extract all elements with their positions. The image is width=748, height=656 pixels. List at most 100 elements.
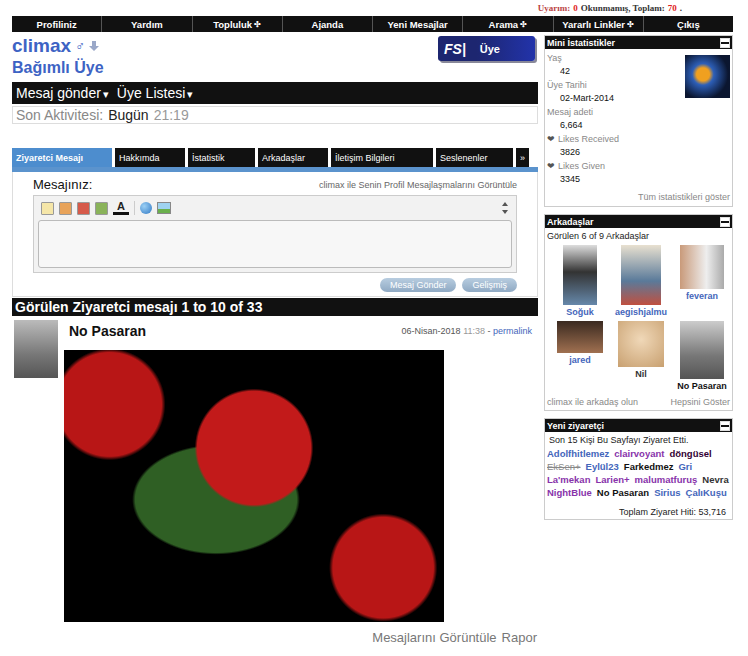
nav-item[interactable]: Ajanda: [283, 16, 373, 32]
friend[interactable]: jared: [551, 321, 609, 391]
user-title: Bağımlı Üye: [12, 58, 104, 78]
warning-label: Uyarım:: [538, 3, 571, 13]
activity-day: Bugün: [108, 107, 148, 123]
dropdown-icon: ▾: [103, 88, 109, 100]
nav-bar: Profiliniz Yardım Topluluk ✣Ajanda Yeni …: [12, 16, 733, 32]
tab[interactable]: Arkadaşlar: [258, 148, 328, 167]
composer-button[interactable]: Gelişmiş: [462, 278, 517, 292]
friend-name: Nil: [635, 369, 647, 379]
message-author[interactable]: No Pasaran: [64, 323, 146, 339]
tab[interactable]: Ziyaretci Mesajı: [12, 148, 112, 167]
add-friend-link[interactable]: climax ile arkadaş olun: [547, 397, 638, 407]
friend[interactable]: Soğuk: [551, 245, 609, 317]
heart-icon: ❤: [547, 134, 555, 144]
visitor-name[interactable]: No Pasaran: [597, 487, 649, 499]
end-mark: .: [680, 3, 682, 13]
permalink[interactable]: permalink: [493, 326, 532, 336]
download-icon: [89, 41, 99, 52]
visitor-name[interactable]: döngüsel: [669, 448, 711, 460]
profile-page: Uyarım: 0 Okunmamış, Toplam: 70 . Profil…: [0, 0, 748, 656]
panel-title: Yeni ziyaretçi: [547, 421, 604, 431]
panel-header: Arkadaşlar: [545, 215, 732, 228]
friend-avatar: [563, 245, 597, 305]
nav-label: Yararlı Linkler: [562, 19, 625, 30]
message-footer: Mesajlarını Görüntüle Rapor: [64, 630, 538, 645]
friend[interactable]: aegishjalmu: [612, 245, 670, 317]
nav-label: Profiliniz: [37, 19, 77, 30]
visitor-name[interactable]: Adolfhitlemez: [547, 448, 609, 460]
composer-label: Mesajınız:: [33, 177, 92, 192]
visitor-name[interactable]: Eylül23: [586, 461, 619, 473]
text-color-icon[interactable]: A: [113, 201, 129, 215]
badge-label: Üye: [480, 43, 500, 55]
visitor-name[interactable]: Sirius: [654, 487, 680, 499]
tab[interactable]: Hakkımda: [115, 148, 185, 167]
visitor-name[interactable]: NightBlue: [547, 487, 592, 499]
message-input[interactable]: [38, 220, 512, 268]
action-menu[interactable]: Üye Listesi▾: [117, 85, 193, 101]
visit-total: Toplam Ziyaret Hiti: 53,716: [547, 507, 730, 517]
toolbar-separator: [134, 201, 135, 215]
author-avatar[interactable]: [14, 320, 58, 378]
underline-icon[interactable]: [95, 202, 108, 215]
activity-label: Son Aktivitesi:: [16, 107, 103, 123]
username: climax ♂: [12, 36, 104, 56]
visitor-name[interactable]: Gri: [678, 461, 692, 473]
image-icon[interactable]: [157, 202, 171, 214]
profile-identity: climax ♂ Bağımlı Üye: [12, 36, 104, 78]
visitor-name[interactable]: ÇalıKuşu: [686, 487, 727, 499]
unread-label: Okunmamış, Toplam:: [581, 3, 665, 13]
tab[interactable]: Seslenenler: [436, 148, 513, 167]
visitor-name[interactable]: clairvoyant: [614, 448, 664, 460]
nav-label: Yeni Mesajlar: [388, 19, 448, 30]
conversation-link[interactable]: climax ile Senin Profil Mesajlaşmalarını…: [319, 180, 517, 190]
visitor-name[interactable]: malumatfuruş: [635, 474, 698, 486]
link-icon[interactable]: [140, 202, 152, 214]
friend[interactable]: feveran: [673, 245, 731, 317]
visitor-name[interactable]: Nevra: [702, 474, 728, 486]
show-all-friends[interactable]: Hepsini Göster: [670, 397, 730, 407]
composer-button[interactable]: Mesaj Gönder: [380, 278, 457, 292]
gender-icon: ♂: [75, 36, 85, 56]
panel-header: Mini İstatistikler: [545, 36, 732, 49]
format-icon[interactable]: [41, 202, 54, 215]
nav-item[interactable]: Çıkış: [644, 16, 733, 32]
visitor-name[interactable]: EkSen+: [547, 461, 581, 473]
action-menu[interactable]: Mesaj gönder▾: [16, 85, 109, 101]
total-count[interactable]: 70: [668, 3, 677, 13]
tab[interactable]: »: [516, 148, 529, 167]
message-link[interactable]: Rapor: [502, 630, 537, 645]
tab[interactable]: İstatistik: [188, 148, 255, 167]
visitor-name[interactable]: Farkedmez: [624, 461, 674, 473]
nav-item[interactable]: Yeni Mesajlar: [373, 16, 463, 32]
stat-value: 3345: [547, 173, 730, 186]
show-all-stats[interactable]: Tüm istatistikleri göster: [547, 192, 730, 204]
bold-icon[interactable]: [59, 202, 72, 215]
friends-panel: Arkadaşlar Görülen 6 of 9 Arkadaşlar Soğ…: [544, 214, 733, 411]
collapse-icon[interactable]: [720, 217, 730, 227]
expand-icon: ✣: [627, 20, 634, 29]
friend-avatar: [680, 245, 724, 289]
tab[interactable]: İletişim Bilgileri: [331, 148, 433, 167]
resize-icon[interactable]: [502, 202, 508, 214]
heart-icon: ❤: [547, 161, 555, 171]
message-link[interactable]: Mesajlarını Görüntüle: [372, 630, 496, 645]
visitor-name[interactable]: Larien+: [595, 474, 629, 486]
italic-icon[interactable]: [77, 202, 90, 215]
nav-item[interactable]: Arama ✣: [463, 16, 553, 32]
friend[interactable]: No Pasaran: [673, 321, 731, 391]
collapse-icon[interactable]: [720, 38, 730, 48]
friend[interactable]: Nil: [612, 321, 670, 391]
badge-logo: FS|: [444, 41, 466, 57]
unread-count[interactable]: 0: [573, 3, 578, 13]
nav-item[interactable]: Yararlı Linkler ✣: [554, 16, 644, 32]
nav-label: Yardım: [131, 19, 163, 30]
last-activity: Son Aktivitesi: Bugün 21:19: [12, 106, 538, 124]
nav-item[interactable]: Yardım: [102, 16, 192, 32]
nav-item[interactable]: Profiliniz: [12, 16, 102, 32]
visitor-name[interactable]: La'mekan: [547, 474, 590, 486]
nav-label: Topluluk: [213, 19, 252, 30]
nav-label: Çıkış: [677, 19, 700, 30]
nav-item[interactable]: Topluluk ✣: [193, 16, 283, 32]
collapse-icon[interactable]: [720, 421, 730, 431]
